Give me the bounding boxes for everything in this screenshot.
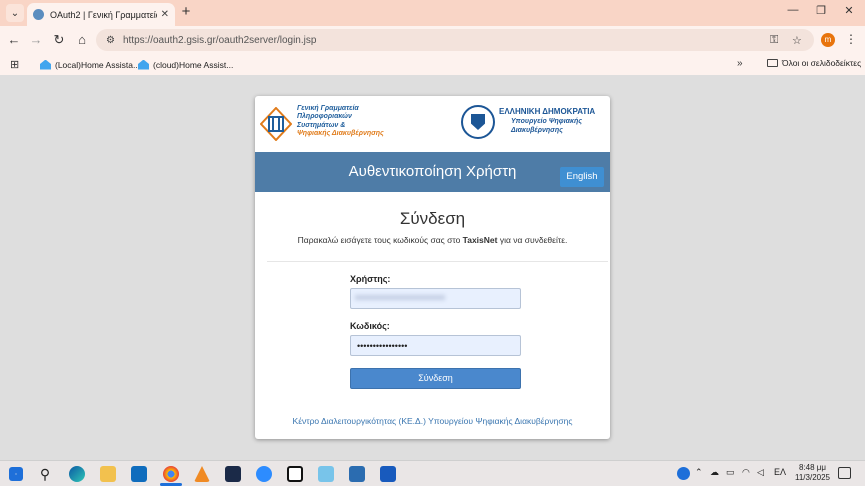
battery-icon[interactable]: ▭ bbox=[726, 467, 735, 478]
tab-title: OAuth2 | Γενική Γραμματεία Π... bbox=[50, 9, 157, 20]
windows-start-icon[interactable] bbox=[9, 467, 23, 481]
home-assistant-icon bbox=[40, 59, 51, 70]
tab-search-button[interactable]: ⌄ bbox=[6, 4, 24, 22]
clock[interactable]: 8:48 μμ 11/3/2025 bbox=[795, 463, 830, 483]
password-input[interactable] bbox=[350, 335, 521, 356]
address-bar[interactable]: ⚙ https://oauth2.gsis.gr/oauth2server/lo… bbox=[96, 29, 814, 51]
folder-icon bbox=[767, 59, 778, 67]
intro-text: για να συνδεθείτε. bbox=[497, 235, 568, 245]
bookmark-star-icon[interactable]: ☆ bbox=[792, 29, 802, 51]
close-tab-icon[interactable]: ✕ bbox=[161, 9, 169, 20]
apps-grid-icon[interactable]: ⊞ bbox=[10, 58, 19, 71]
file-explorer-icon[interactable] bbox=[100, 466, 116, 482]
store-icon[interactable] bbox=[349, 466, 365, 482]
intro-text: Παρακαλώ εισάγετε τους κωδικούς σας στο bbox=[297, 235, 463, 245]
all-bookmarks-label: Όλοι οι σελιδοδείκτες bbox=[782, 58, 862, 68]
username-label: Χρήστης: bbox=[350, 274, 391, 284]
coat-of-arms-icon bbox=[461, 105, 495, 139]
all-bookmarks-button[interactable]: Όλοι οι σελιδοδείκτες bbox=[767, 58, 861, 68]
minimize-window-button[interactable]: — bbox=[783, 4, 803, 16]
zoom-icon[interactable] bbox=[256, 466, 272, 482]
ministry-line: Υπουργείο Ψηφιακής bbox=[511, 118, 582, 125]
language-indicator[interactable]: ΕΛ bbox=[774, 467, 786, 477]
wifi-icon[interactable]: ◠ bbox=[742, 467, 750, 478]
chrome-icon[interactable] bbox=[163, 466, 179, 482]
gsis-line: Πληροφοριακών bbox=[297, 113, 352, 121]
home-assistant-icon bbox=[138, 59, 149, 70]
home-button[interactable]: ⌂ bbox=[74, 32, 90, 48]
login-submit-button[interactable]: Σύνδεση bbox=[350, 368, 521, 389]
login-intro: Παρακαλώ εισάγετε τους κωδικούς σας στο … bbox=[255, 235, 610, 245]
redacted-username bbox=[355, 295, 445, 300]
cloud-icon[interactable]: ☁ bbox=[710, 467, 719, 478]
bookmark-item[interactable]: (Local)Home Assista... bbox=[40, 57, 140, 72]
photos-icon[interactable] bbox=[318, 466, 334, 482]
more-bookmarks-icon[interactable]: » bbox=[737, 58, 743, 69]
chevron-up-icon[interactable]: ⌃ bbox=[695, 467, 703, 478]
word-icon[interactable] bbox=[380, 466, 396, 482]
site-info-icon[interactable]: ⚙ bbox=[106, 35, 115, 46]
password-key-icon[interactable]: ⚿ bbox=[770, 29, 778, 51]
back-button[interactable]: ← bbox=[6, 32, 22, 48]
outlook-icon[interactable] bbox=[131, 466, 147, 482]
auth-header: Αυθεντικοποίηση Χρήστη English bbox=[255, 152, 610, 192]
tab-strip: ⌄ OAuth2 | Γενική Γραμματεία Π... ✕ + — … bbox=[0, 0, 865, 26]
intro-taxisnet: TaxisNet bbox=[462, 235, 498, 245]
volume-icon[interactable]: ◁ bbox=[757, 467, 764, 478]
hellenic-republic-logo: ΕΛΛΗΝΙΚΗ ΔΗΜΟΚΡΑΤΙΑ Υπουργείο Ψηφιακής Δ… bbox=[461, 105, 607, 141]
bookmark-item[interactable]: (cloud)Home Assist... bbox=[138, 57, 233, 72]
notifications-icon[interactable] bbox=[838, 467, 851, 479]
search-icon[interactable]: ⚲ bbox=[37, 466, 53, 482]
bookmark-label: (Local)Home Assista... bbox=[55, 59, 141, 70]
ked-link[interactable]: Κέντρο Διαλειτουργικότητας (ΚΕ.Δ.) Υπουρ… bbox=[255, 416, 610, 426]
browser-tab[interactable]: OAuth2 | Γενική Γραμματεία Π... ✕ bbox=[27, 3, 175, 26]
login-heading: Σύνδεση bbox=[399, 209, 466, 228]
edge-icon[interactable] bbox=[69, 466, 85, 482]
bookmarks-bar: ⊞ (Local)Home Assista... (cloud)Home Ass… bbox=[0, 54, 865, 75]
gsis-emblem-icon bbox=[260, 107, 292, 141]
forward-button[interactable]: → bbox=[28, 32, 44, 48]
new-tab-button[interactable]: + bbox=[178, 4, 194, 20]
app-icon[interactable] bbox=[225, 466, 241, 482]
clock-time: 8:48 μμ bbox=[798, 463, 826, 472]
clock-date: 11/3/2025 bbox=[795, 473, 830, 482]
bookmark-label: (cloud)Home Assist... bbox=[153, 59, 234, 70]
gsis-logo: Γενική Γραμματεία Πληροφοριακών Συστημάτ… bbox=[260, 105, 390, 145]
gsis-line: Συστημάτων & bbox=[297, 121, 346, 129]
restore-window-button[interactable]: ❐ bbox=[811, 4, 831, 17]
site-favicon-icon bbox=[33, 9, 44, 20]
help-icon[interactable] bbox=[677, 467, 690, 480]
page-viewport: Γενική Γραμματεία Πληροφοριακών Συστημάτ… bbox=[0, 75, 865, 460]
english-language-button[interactable]: English bbox=[560, 167, 604, 187]
vlc-icon[interactable] bbox=[194, 466, 210, 482]
url-text: https://oauth2.gsis.gr/oauth2server/logi… bbox=[122, 34, 317, 46]
divider bbox=[267, 261, 608, 262]
page-title: Αυθεντικοποίηση Χρήστη bbox=[348, 163, 517, 180]
password-label: Κωδικός: bbox=[350, 321, 390, 331]
login-card: Γενική Γραμματεία Πληροφοριακών Συστημάτ… bbox=[255, 96, 610, 439]
windows-taskbar: ⚲ ⌃ ☁ ▭ ◠ ◁ ΕΛ 8:48 μμ 11/3/2025 bbox=[0, 460, 865, 486]
close-window-button[interactable]: ✕ bbox=[839, 4, 859, 17]
notion-icon[interactable] bbox=[287, 466, 303, 482]
browser-toolbar: ← → ↻ ⌂ ⚙ https://oauth2.gsis.gr/oauth2s… bbox=[0, 26, 865, 54]
gsis-line: Ψηφιακής Διακυβέρνησης bbox=[297, 129, 384, 137]
reload-button[interactable]: ↻ bbox=[51, 32, 67, 48]
gr-title: ΕΛΛΗΝΙΚΗ ΔΗΜΟΚΡΑΤΙΑ bbox=[499, 107, 596, 116]
browser-menu-icon[interactable]: ⋮ bbox=[845, 32, 857, 46]
ministry-line: Διακυβέρνησης bbox=[511, 126, 563, 134]
profile-avatar[interactable]: m bbox=[821, 33, 835, 47]
